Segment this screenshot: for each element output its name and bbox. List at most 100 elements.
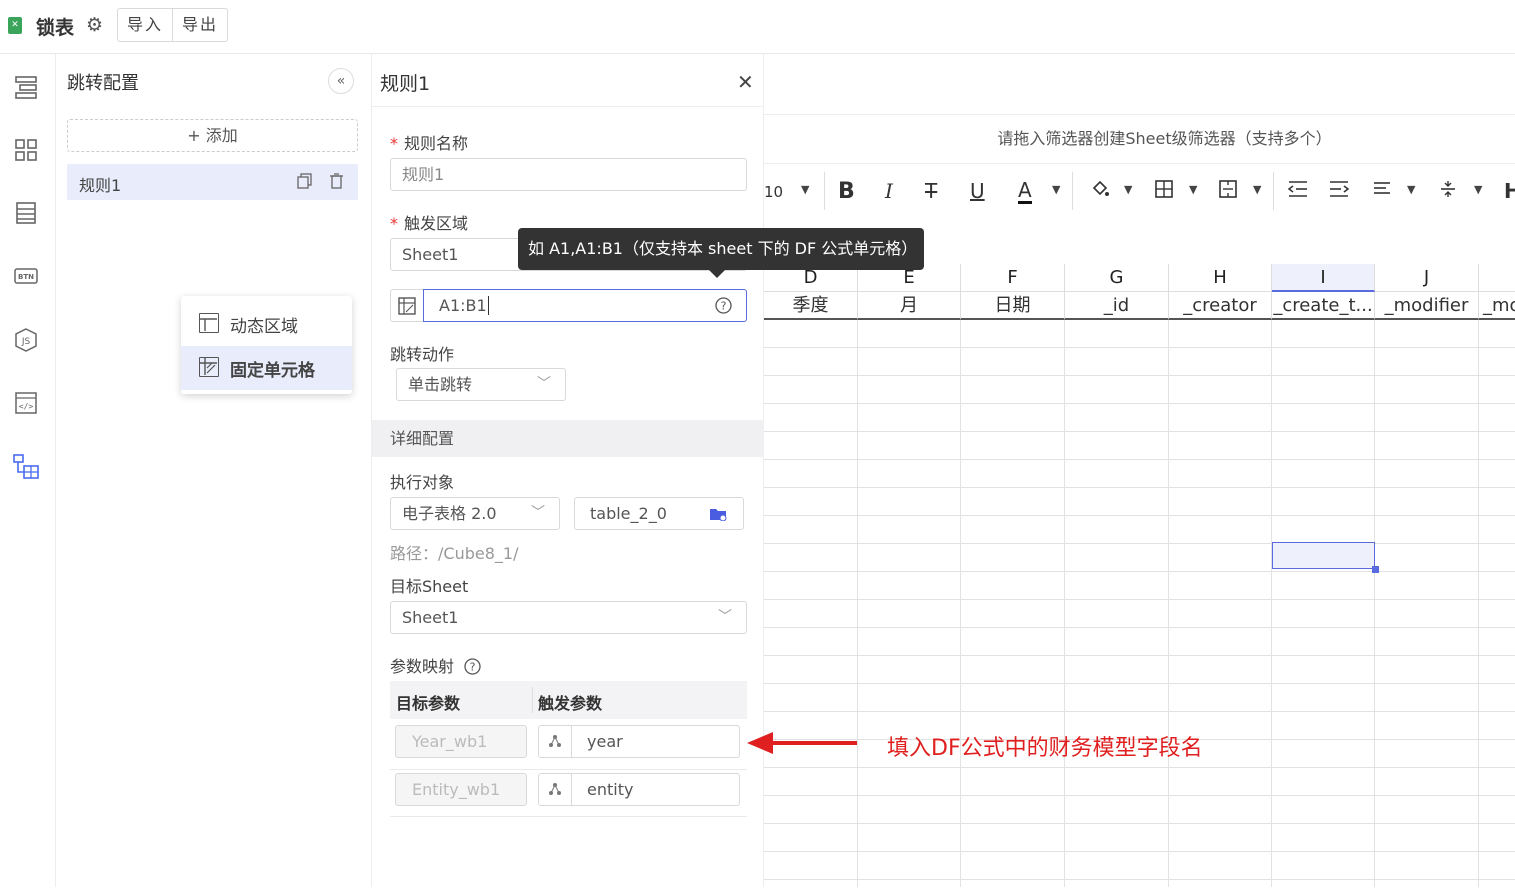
- font-size-select[interactable]: 10: [764, 183, 783, 201]
- trigger-area-label: * 触发区域: [390, 210, 468, 234]
- field-name-cell[interactable]: _id: [1065, 292, 1169, 320]
- caret-down-icon[interactable]: ▼: [1253, 183, 1261, 196]
- field-name-cell[interactable]: 月: [858, 292, 961, 320]
- underline-icon[interactable]: U: [970, 179, 985, 203]
- export-button[interactable]: 导出: [172, 9, 227, 41]
- layers-icon[interactable]: [12, 74, 40, 102]
- cell-grid[interactable]: [764, 320, 1515, 887]
- table-link-icon[interactable]: [12, 453, 40, 481]
- caret-down-icon[interactable]: ▼: [801, 183, 809, 196]
- column-letter-header[interactable]: I: [1272, 264, 1375, 292]
- field-name-cell[interactable]: _creator: [1169, 292, 1272, 320]
- column-letter-header[interactable]: G: [1065, 264, 1169, 292]
- caret-down-icon[interactable]: ▼: [1474, 183, 1482, 196]
- divider: [372, 106, 764, 107]
- strikethrough-icon[interactable]: T: [925, 179, 937, 203]
- field-name-cell[interactable]: 季度: [764, 292, 858, 320]
- field-name-cell[interactable]: _modifier: [1375, 292, 1479, 320]
- trigger-param-input[interactable]: year: [571, 725, 740, 758]
- column-letter-header[interactable]: H: [1169, 264, 1272, 292]
- rule-name-label-text: 规则名称: [404, 134, 469, 153]
- sheet-filter-dropzone[interactable]: 请拖入筛选器创建Sheet级筛选器（支持多个）: [764, 114, 1515, 164]
- italic-icon[interactable]: I: [885, 179, 893, 203]
- param-table-header: 目标参数 触发参数: [390, 681, 747, 719]
- toolbar-divider: [1273, 172, 1274, 210]
- rule-name-input[interactable]: 规则1: [390, 158, 747, 191]
- btn-icon[interactable]: BTN: [12, 263, 40, 291]
- jump-action-label: 跳转动作: [390, 345, 455, 364]
- field-name-cell[interactable]: 日期: [961, 292, 1065, 320]
- header-divider: [532, 687, 533, 713]
- trigger-range-input[interactable]: A1:B1 ?: [423, 289, 747, 322]
- list-icon[interactable]: [12, 200, 40, 228]
- trigger-range-value: A1:B1: [439, 296, 487, 315]
- field-name-cell[interactable]: _create_t...: [1272, 292, 1375, 320]
- more-toolbar-icon[interactable]: H: [1504, 179, 1515, 203]
- svg-text:</>: </>: [19, 402, 34, 411]
- border-icon[interactable]: [1154, 179, 1174, 204]
- column-letter-header[interactable]: [1479, 264, 1515, 292]
- menu-item-fixed-cell[interactable]: 固定单元格: [181, 346, 352, 390]
- column-letter-header[interactable]: J: [1375, 264, 1479, 292]
- vertical-align-icon[interactable]: [1439, 179, 1457, 204]
- menu-item-label: 固定单元格: [230, 361, 315, 381]
- add-rule-button[interactable]: + 添加: [67, 119, 358, 152]
- exec-target-type-select[interactable]: 电子表格 2.0 ﹀: [390, 497, 560, 530]
- indent-icon[interactable]: [1328, 179, 1350, 204]
- grid-icon[interactable]: [12, 137, 40, 165]
- toolbar-divider: [1072, 172, 1073, 210]
- svg-text:BTN: BTN: [18, 273, 34, 281]
- annotation-text: 填入DF公式中的财务模型字段名: [887, 736, 1203, 761]
- grid-lines: [764, 320, 1515, 887]
- folder-icon[interactable]: [709, 498, 727, 531]
- exec-target-name-input[interactable]: table_2_0: [574, 497, 744, 530]
- col-target-param: 目标参数: [396, 694, 461, 713]
- code-icon[interactable]: </>: [12, 390, 40, 418]
- caret-down-icon[interactable]: ▼: [1189, 183, 1197, 196]
- fill-color-icon[interactable]: [1090, 179, 1110, 204]
- close-icon[interactable]: ✕: [737, 70, 754, 94]
- column-letter-header[interactable]: F: [961, 264, 1065, 292]
- field-name-cell[interactable]: _mo: [1479, 292, 1515, 320]
- required-mark: *: [390, 134, 398, 153]
- copy-icon[interactable]: [297, 173, 312, 193]
- help-icon[interactable]: ?: [715, 290, 732, 326]
- fixed-cell-icon: [199, 357, 219, 377]
- field-icon[interactable]: [538, 773, 572, 806]
- caret-down-icon[interactable]: ▼: [1124, 183, 1132, 196]
- gear-icon[interactable]: ⚙: [86, 14, 103, 36]
- rule-list-item[interactable]: 规则1: [67, 164, 358, 200]
- help-icon[interactable]: ?: [464, 658, 481, 675]
- font-color-icon[interactable]: A: [1018, 179, 1032, 204]
- text-cursor: [487, 296, 489, 315]
- fixed-cell-type-button[interactable]: [390, 289, 424, 322]
- selected-cell[interactable]: [1272, 542, 1375, 569]
- detail-config-section: 详细配置: [372, 420, 764, 457]
- svg-text:JS: JS: [21, 337, 31, 347]
- caret-down-icon[interactable]: ▼: [1052, 183, 1060, 196]
- outdent-icon[interactable]: [1287, 179, 1309, 204]
- trigger-param-input[interactable]: entity: [571, 773, 740, 806]
- exec-target-type-value: 电子表格 2.0: [402, 504, 497, 523]
- fill-handle[interactable]: [1372, 566, 1379, 573]
- js-icon[interactable]: JS: [12, 327, 40, 355]
- bold-icon[interactable]: B: [838, 179, 855, 204]
- row-divider: [390, 816, 747, 817]
- menu-item-dynamic-area[interactable]: 动态区域: [181, 302, 352, 346]
- exec-target-name-value: table_2_0: [590, 504, 667, 523]
- rule-item-label: 规则1: [79, 176, 122, 195]
- top-bar: ✕ 锁表 ⚙ 导入 导出: [0, 0, 1515, 54]
- delete-icon[interactable]: [329, 173, 344, 193]
- caret-down-icon[interactable]: ▼: [1407, 183, 1415, 196]
- collapse-icon[interactable]: «: [328, 68, 354, 94]
- align-left-icon[interactable]: [1372, 179, 1392, 204]
- merge-cells-icon[interactable]: [1218, 179, 1238, 204]
- annotation-arrow-icon: [747, 732, 857, 754]
- field-icon[interactable]: [538, 725, 572, 758]
- tooltip-arrow: [708, 269, 726, 278]
- required-mark: *: [390, 214, 398, 233]
- target-sheet-select[interactable]: Sheet1 ﹀: [390, 601, 747, 634]
- jump-action-select[interactable]: 单击跳转 ﹀: [396, 368, 566, 401]
- import-button[interactable]: 导入: [118, 9, 172, 41]
- left-rail: BTN JS </>: [0, 54, 56, 887]
